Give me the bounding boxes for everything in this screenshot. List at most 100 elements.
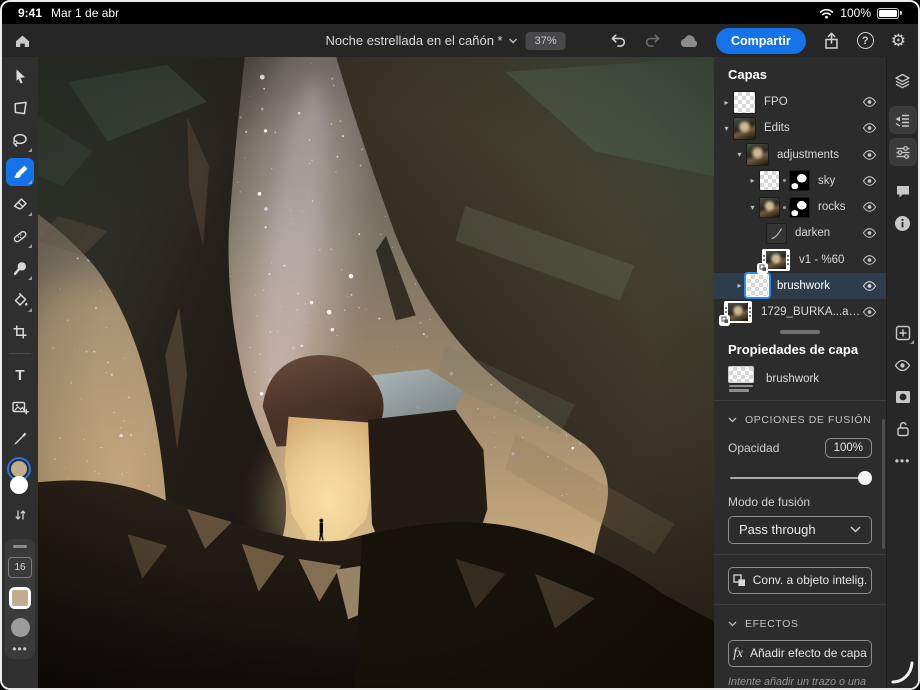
layer-visibility-button[interactable]	[889, 351, 917, 379]
opacity-slider-knob[interactable]	[858, 471, 872, 485]
layer-row[interactable]: darken	[714, 220, 886, 246]
smart-object-badge-icon	[757, 263, 768, 274]
blend-mode-dropdown[interactable]: Pass through	[728, 516, 872, 543]
disclosure-triangle-icon[interactable]: ▸	[720, 98, 733, 107]
crop-tool[interactable]	[6, 318, 34, 346]
settings-gear-icon[interactable]: ⚙	[891, 32, 906, 49]
add-layer-button[interactable]	[889, 319, 917, 347]
layer-thumbnail	[733, 117, 756, 140]
info-button[interactable]	[889, 209, 917, 237]
type-tool[interactable]: T	[6, 361, 34, 389]
disclosure-triangle-icon[interactable]: ▾	[733, 150, 746, 159]
layer-mask-thumbnail	[789, 170, 810, 191]
layer-row[interactable]: v1 - %60	[714, 246, 886, 272]
layers-panel-button[interactable]	[889, 106, 917, 134]
lock-layer-button[interactable]	[889, 415, 917, 443]
opacity-slider[interactable]	[730, 471, 870, 484]
layer-row[interactable]: ▾ adjustments	[714, 141, 886, 167]
layers-panel-title: Capas	[714, 57, 886, 89]
add-layer-effect-button[interactable]: fx Añadir efecto de capa	[728, 640, 872, 667]
canvas[interactable]	[38, 57, 714, 688]
color-swatches[interactable]	[7, 459, 33, 499]
layer-visibility-toggle[interactable]	[861, 201, 877, 213]
smart-object-badge-icon	[719, 315, 730, 326]
layer-row[interactable]: ▾ Edits	[714, 115, 886, 141]
layer-more-options-button[interactable]: •••	[889, 447, 917, 475]
layer-row[interactable]: 1729_BURKA...anced-NR33	[714, 299, 886, 325]
opacity-label: Opacidad	[728, 441, 779, 455]
transform-tool[interactable]	[6, 94, 34, 122]
layer-visibility-toggle[interactable]	[861, 149, 877, 161]
fill-bucket-tool[interactable]	[6, 286, 34, 314]
magnifier-tool[interactable]	[6, 254, 34, 282]
layer-thumbnail	[746, 274, 769, 297]
eraser-tool[interactable]	[6, 190, 34, 218]
left-tool-rail: T 16 •••	[2, 57, 38, 688]
layer-visibility-toggle[interactable]	[861, 280, 877, 292]
adjustments-panel-button[interactable]	[889, 138, 917, 166]
chevron-down-icon	[850, 526, 861, 533]
layer-visibility-toggle[interactable]	[861, 122, 877, 134]
cloud-sync-icon[interactable]	[679, 34, 699, 48]
layer-visibility-toggle[interactable]	[861, 306, 877, 318]
home-button[interactable]	[14, 33, 31, 49]
comments-button[interactable]	[889, 177, 917, 205]
brush-color-swatch[interactable]	[9, 587, 31, 609]
brush-tool[interactable]	[6, 158, 34, 186]
layer-row[interactable]: ▾ rocks	[714, 194, 886, 220]
opacity-value-field[interactable]: 100%	[825, 438, 872, 458]
layer-visibility-toggle[interactable]	[861, 175, 877, 187]
disclosure-triangle-icon[interactable]: ▾	[720, 124, 733, 133]
lasso-select-tool[interactable]	[6, 126, 34, 154]
layer-row-selected[interactable]: ▸ brushwork	[714, 273, 886, 299]
panel-scrollbar[interactable]	[882, 419, 885, 549]
chevron-down-icon	[728, 621, 737, 627]
move-tool[interactable]	[6, 62, 34, 90]
layer-visibility-toggle[interactable]	[861, 254, 877, 266]
chevron-down-icon	[509, 38, 518, 44]
selected-layer-thumbnail	[728, 366, 756, 392]
photoshop-ipad-app: 9:41 Mar 1 de abr 100% Noche estrellada …	[0, 0, 920, 690]
effects-section-header[interactable]: EFECTOS	[714, 605, 886, 634]
brush-options-dock: 16 •••	[5, 539, 35, 659]
document-title[interactable]: Noche estrellada en el cañón *	[326, 33, 518, 48]
help-button[interactable]: ?	[857, 32, 874, 49]
brush-opacity-swatch[interactable]	[11, 618, 30, 637]
swap-colors-button[interactable]	[6, 505, 34, 525]
export-icon[interactable]	[823, 32, 840, 50]
layer-mask-button[interactable]	[889, 383, 917, 411]
status-bar: 9:41 Mar 1 de abr 100%	[2, 2, 918, 24]
compact-layers-view-button[interactable]	[889, 67, 917, 95]
clock: 9:41	[18, 6, 42, 20]
layer-row[interactable]: ▸ sky	[714, 168, 886, 194]
convert-smart-object-button[interactable]: Conv. a objeto intelig.	[728, 567, 872, 594]
layer-visibility-toggle[interactable]	[861, 227, 877, 239]
disclosure-triangle-icon[interactable]: ▸	[746, 176, 759, 185]
undo-button[interactable]	[609, 33, 627, 48]
healing-brush-tool[interactable]	[6, 222, 34, 250]
brush-size-field[interactable]: 16	[8, 557, 32, 578]
curves-adjustment-thumbnail	[766, 223, 787, 244]
blend-options-section-header[interactable]: OPCIONES DE FUSIÓN	[714, 401, 886, 430]
share-button[interactable]: Compartir	[716, 28, 806, 54]
layer-mask-thumbnail	[789, 197, 810, 218]
redo-button[interactable]	[644, 33, 662, 48]
place-image-tool[interactable]	[6, 393, 34, 421]
blend-mode-label: Modo de fusión	[714, 485, 886, 509]
disclosure-triangle-icon[interactable]: ▸	[733, 281, 746, 290]
layer-thumbnail	[746, 143, 769, 166]
layer-visibility-toggle[interactable]	[861, 96, 877, 108]
zoom-level-badge[interactable]: 37%	[526, 32, 566, 50]
layer-thumbnail	[759, 170, 780, 191]
background-color-swatch[interactable]	[10, 476, 28, 494]
smart-object-icon	[733, 574, 746, 587]
layer-row[interactable]: ▸ FPO	[714, 89, 886, 115]
dock-drag-handle[interactable]	[13, 545, 27, 548]
eyedropper-tool[interactable]	[6, 425, 34, 453]
mask-link-dot	[783, 206, 786, 209]
disclosure-triangle-icon[interactable]: ▾	[746, 203, 759, 212]
more-options-icon[interactable]: •••	[12, 646, 28, 652]
panel-resize-handle[interactable]	[780, 330, 820, 334]
chevron-down-icon	[728, 417, 737, 423]
right-taskbar: •••	[886, 57, 918, 688]
